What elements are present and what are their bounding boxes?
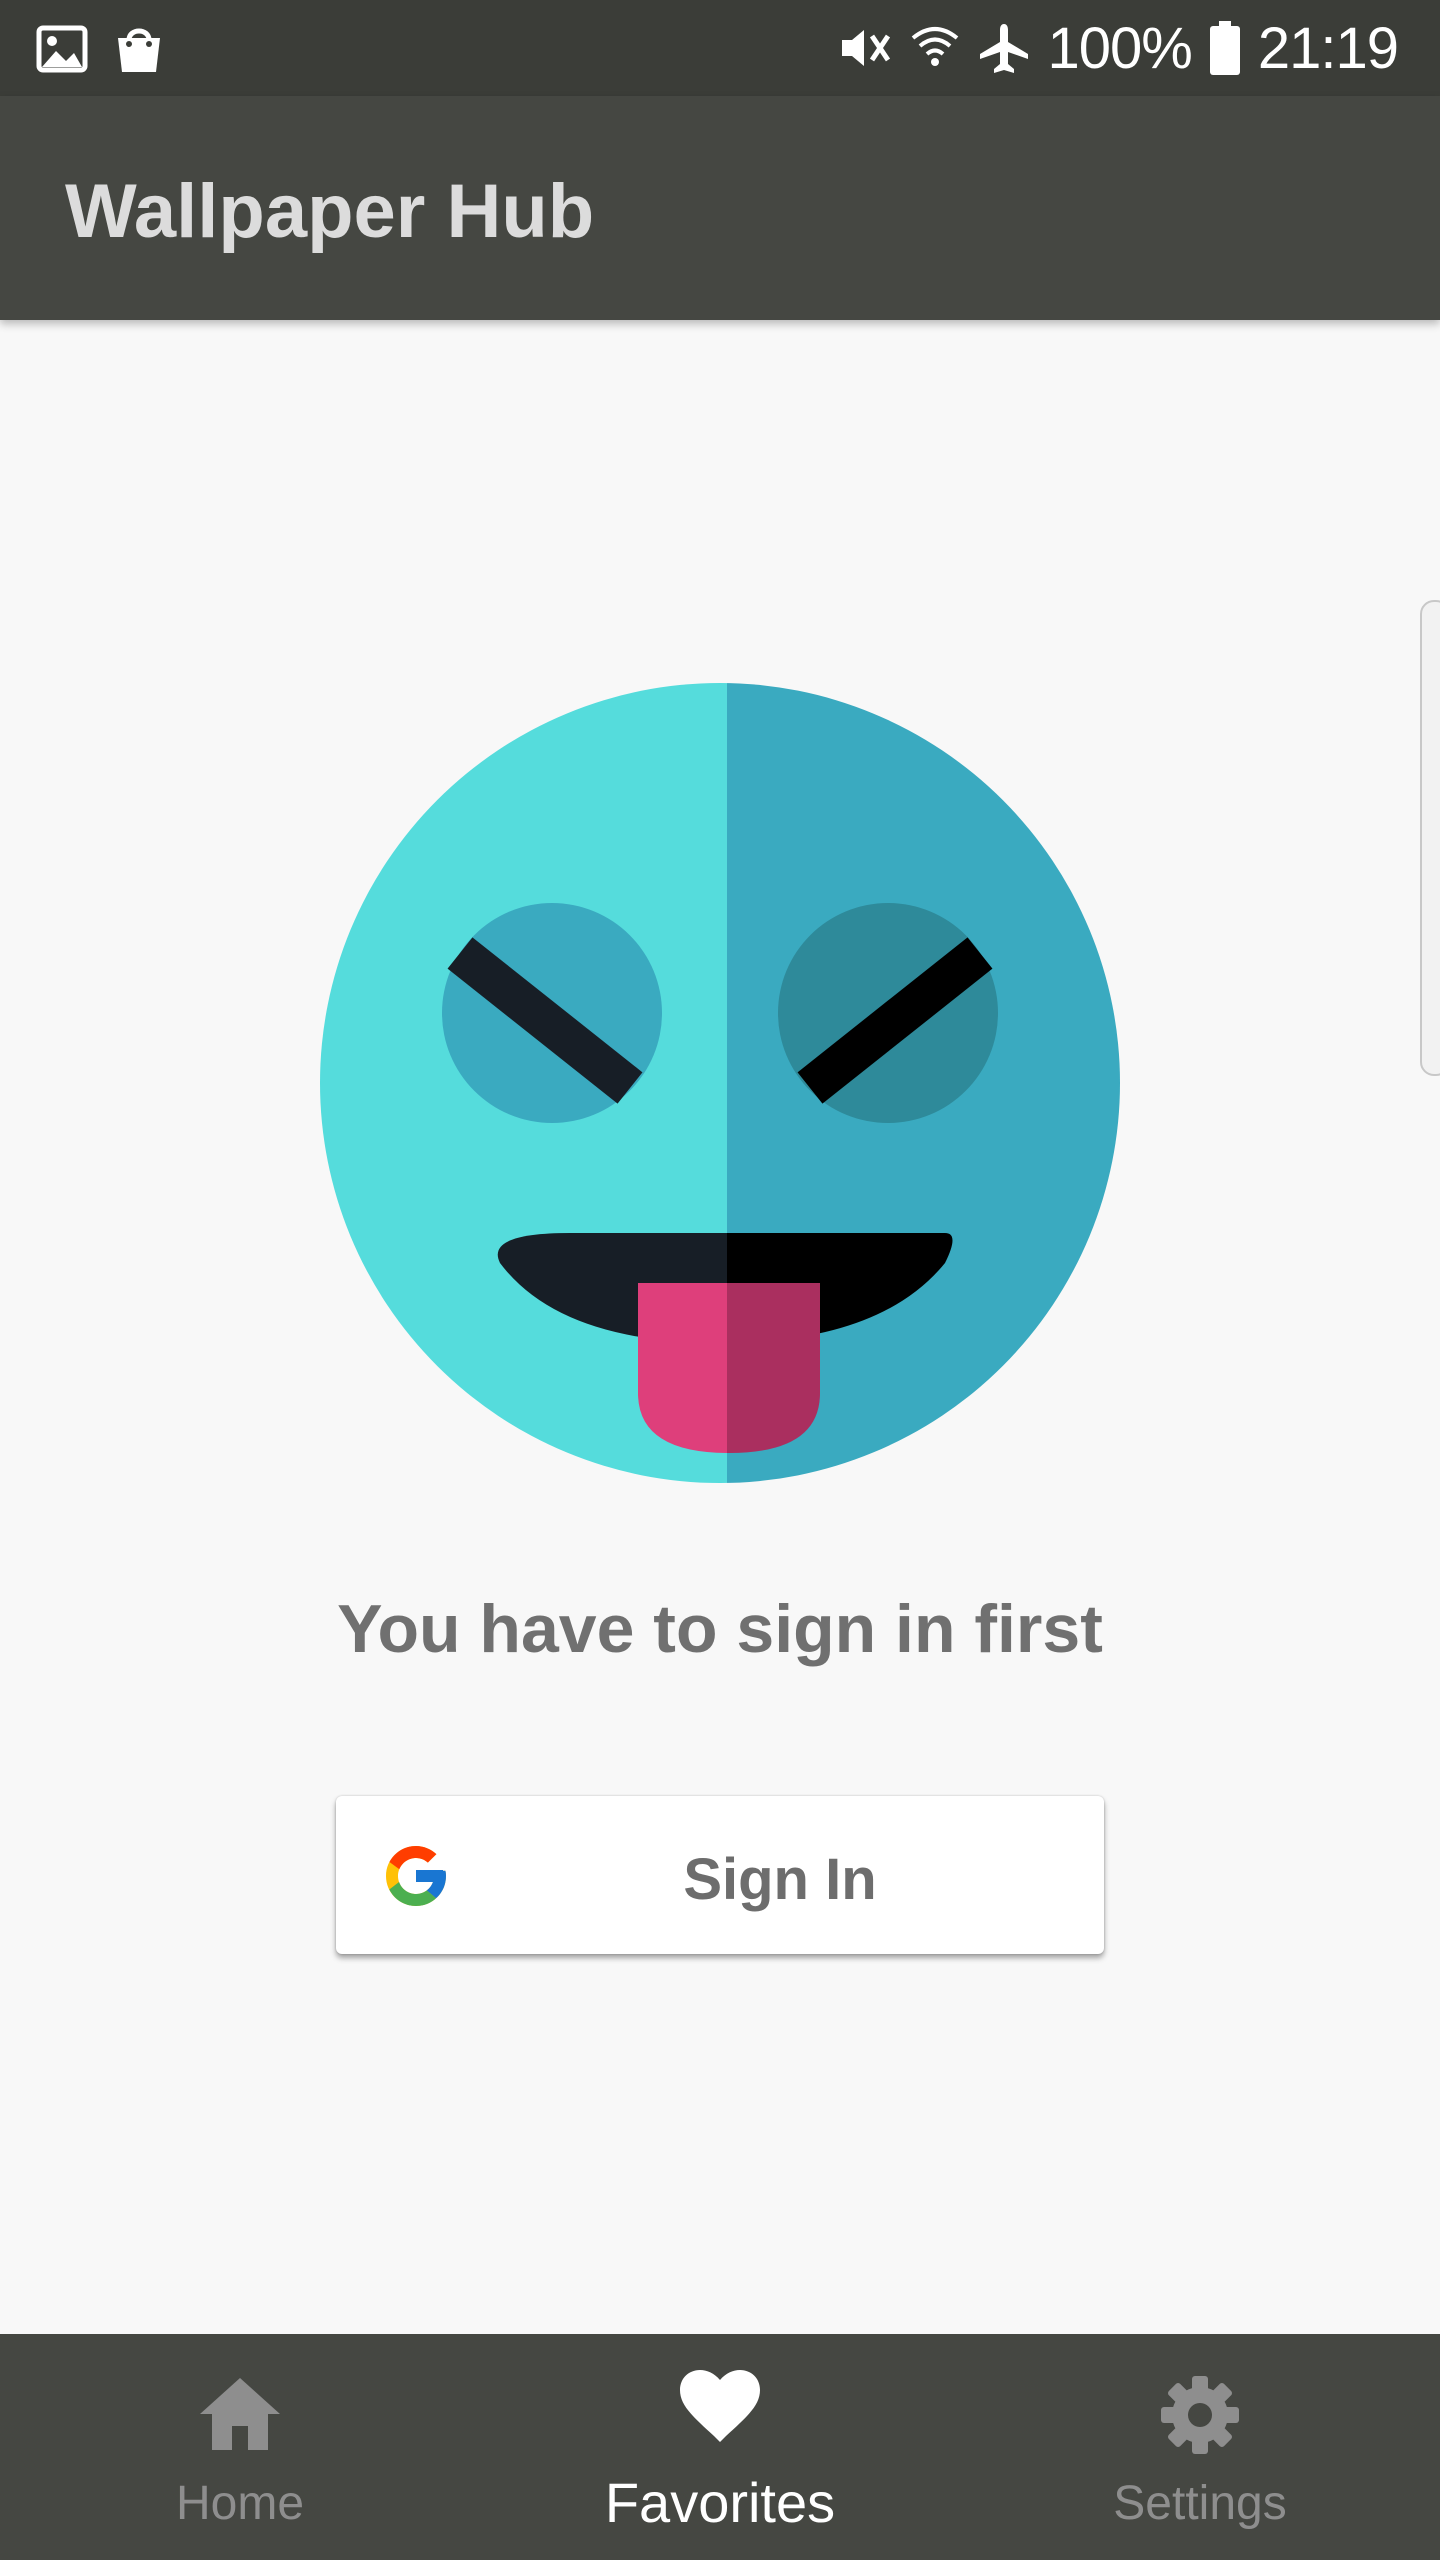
battery-percentage: 100% (1047, 15, 1193, 81)
nav-label-favorites: Favorites (604, 2471, 836, 2534)
nav-label-settings: Settings (1113, 2477, 1287, 2530)
tongue-out-emoji-illustration (320, 683, 1120, 1483)
google-sign-in-button[interactable]: Sign In (336, 1796, 1104, 1954)
shopping-bag-icon (118, 28, 160, 72)
nav-label-home: Home (175, 2477, 305, 2530)
gear-icon (1161, 2376, 1239, 2454)
image-icon (36, 25, 88, 73)
status-right-icons: 100% 21:19 (836, 14, 1399, 82)
nav-item-home[interactable]: Home (0, 2334, 480, 2560)
sign-in-label: Sign In (683, 1847, 877, 1912)
status-left-icons (36, 22, 164, 76)
app-bar: Wallpaper Hub (0, 96, 1440, 320)
google-logo-icon (386, 1846, 446, 1906)
status-bar: 100% 21:19 (0, 0, 1440, 96)
sign-in-required-message: You have to sign in first (337, 1591, 1103, 1667)
wifi-icon (911, 27, 958, 66)
vibrate-mute-icon (841, 30, 890, 66)
bottom-navigation: Home Favorites Settings (0, 2334, 1440, 2560)
home-icon (200, 2378, 280, 2450)
airplane-icon (979, 24, 1028, 73)
page-title: Wallpaper Hub (65, 169, 595, 254)
nav-item-settings[interactable]: Settings (960, 2334, 1440, 2560)
clock-time: 21:19 (1257, 15, 1399, 81)
edge-panel-handle[interactable] (1420, 600, 1440, 1076)
nav-item-favorites[interactable]: Favorites (480, 2334, 960, 2560)
battery-icon (1209, 21, 1240, 75)
heart-icon (680, 2370, 760, 2442)
